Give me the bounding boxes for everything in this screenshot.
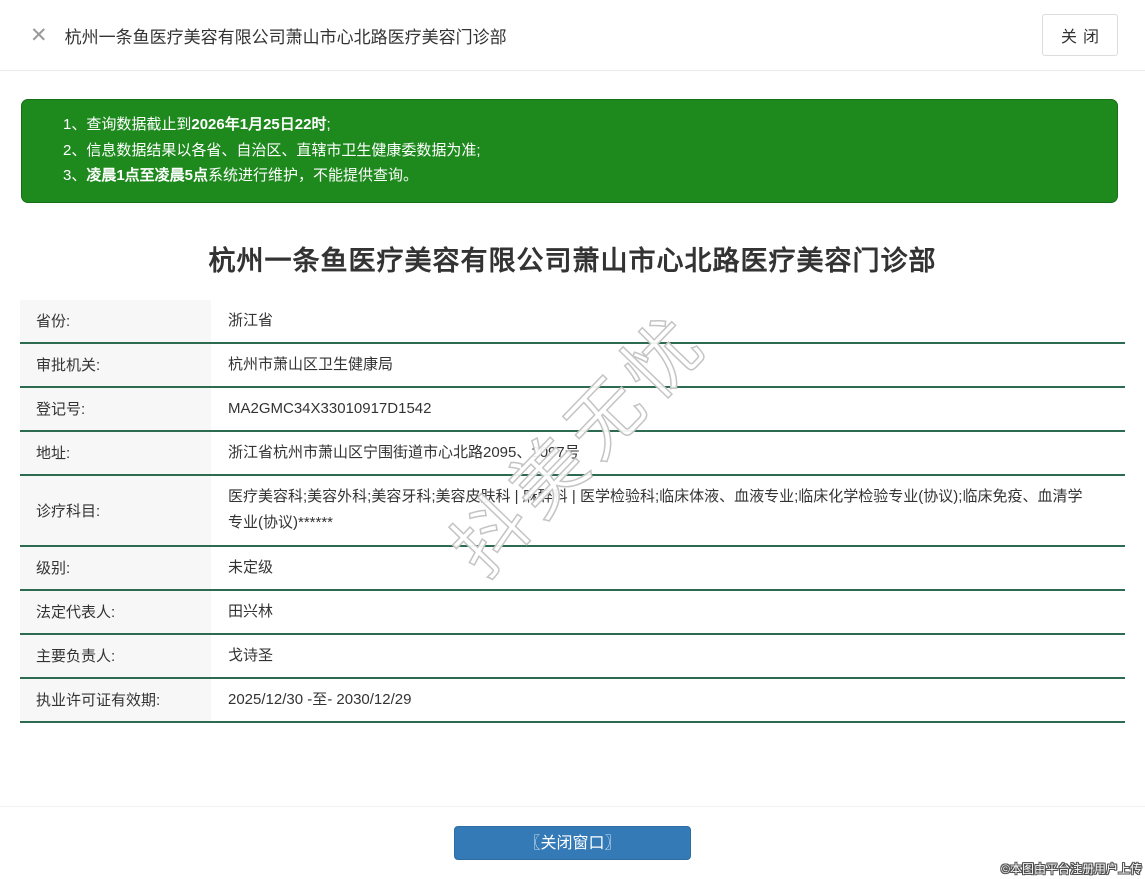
row-label: 主要负责人:: [20, 634, 213, 677]
row-value: 浙江省杭州市萧山区宁围街道市心北路2095、2097号: [228, 443, 580, 461]
notice-item-3: 3、凌晨1点至凌晨5点系统进行维护，不能提供查询。: [22, 163, 1099, 189]
close-window-button[interactable]: 〖关闭窗口〗: [454, 825, 691, 860]
notice-text-bold: 2026年1月25日22时: [191, 116, 327, 133]
row-label: 法定代表人:: [20, 590, 213, 633]
close-icon[interactable]: ✕: [30, 24, 48, 46]
table-row-principal: 主要负责人: 戈诗圣: [20, 634, 1125, 679]
row-value: 浙江省: [228, 311, 274, 329]
table-row-address: 地址: 浙江省杭州市萧山区宁围街道市心北路2095、2097号: [20, 431, 1125, 476]
row-label: 执业许可证有效期:: [20, 678, 213, 721]
notice-text-bold: 凌晨1点至凌晨5点: [86, 167, 209, 184]
row-label: 诊疗科目:: [20, 475, 213, 545]
notice-item-1: 1、查询数据截止到2026年1月25日22时;: [22, 112, 1099, 138]
table-row-level: 级别: 未定级: [20, 546, 1125, 591]
notice-num: 1、: [63, 116, 87, 133]
table-row-medical-subjects: 诊疗科目: 医疗美容科;美容外科;美容牙科;美容皮肤科 | 麻醉科 | 医学检验…: [20, 475, 1125, 547]
notice-text: 查询数据截止到: [86, 116, 192, 133]
notice-item-2: 2、信息数据结果以各省、自治区、直辖市卫生健康委数据为准;: [22, 138, 1099, 164]
table-row-legal-representative: 法定代表人: 田兴林: [20, 590, 1125, 635]
row-value: MA2GMC34X33010917D1542: [228, 399, 432, 417]
row-value: 未定级: [228, 558, 274, 576]
row-value: 2025/12/30 -至- 2030/12/29: [228, 690, 412, 708]
row-label: 省份:: [20, 299, 213, 342]
row-label: 登记号:: [20, 387, 213, 430]
table-row-license-validity: 执业许可证有效期: 2025/12/30 -至- 2030/12/29: [20, 678, 1125, 723]
row-value: 医疗美容科;美容外科;美容牙科;美容皮肤科 | 麻醉科 | 医学检验科;临床体液…: [228, 488, 1083, 531]
notice-text: ;: [326, 116, 331, 133]
notice-num: 3、: [63, 167, 87, 184]
row-label: 地址:: [20, 431, 213, 474]
page-title: 杭州一条鱼医疗美容有限公司萧山市心北路医疗美容门诊部: [64, 27, 507, 47]
footer-divider: [0, 805, 1145, 807]
row-value: 杭州市萧山区卫生健康局: [228, 355, 394, 373]
header-bar: ✕ 杭州一条鱼医疗美容有限公司萧山市心北路医疗美容门诊部 关闭: [0, 0, 1145, 71]
table-row-province: 省份: 浙江省: [20, 299, 1125, 344]
institution-title: 杭州一条鱼医疗美容有限公司萧山市心北路医疗美容门诊部: [208, 245, 937, 276]
row-value: 戈诗圣: [228, 646, 274, 664]
row-label: 审批机关:: [20, 343, 213, 386]
table-row-registration-number: 登记号: MA2GMC34X33010917D1542: [20, 387, 1125, 432]
info-table: 省份: 浙江省 审批机关: 杭州市萧山区卫生健康局 登记号: MA2GMC34X…: [20, 299, 1125, 723]
notice-box: 1、查询数据截止到2026年1月25日22时; 2、信息数据结果以各省、自治区、…: [21, 99, 1118, 203]
row-value: 田兴林: [228, 602, 274, 620]
table-row-approval-authority: 审批机关: 杭州市萧山区卫生健康局: [20, 343, 1125, 388]
close-button[interactable]: 关闭: [1041, 14, 1118, 56]
copyright-note: ©本图由平台注册用户上传: [1001, 862, 1142, 876]
notice-text: 信息数据结果以各省、自治区、直辖市卫生健康委数据为准;: [86, 141, 481, 159]
notice-text: 系统进行维护，不能提供查询。: [208, 167, 419, 184]
row-label: 级别:: [20, 546, 213, 589]
notice-num: 2、: [63, 141, 87, 159]
